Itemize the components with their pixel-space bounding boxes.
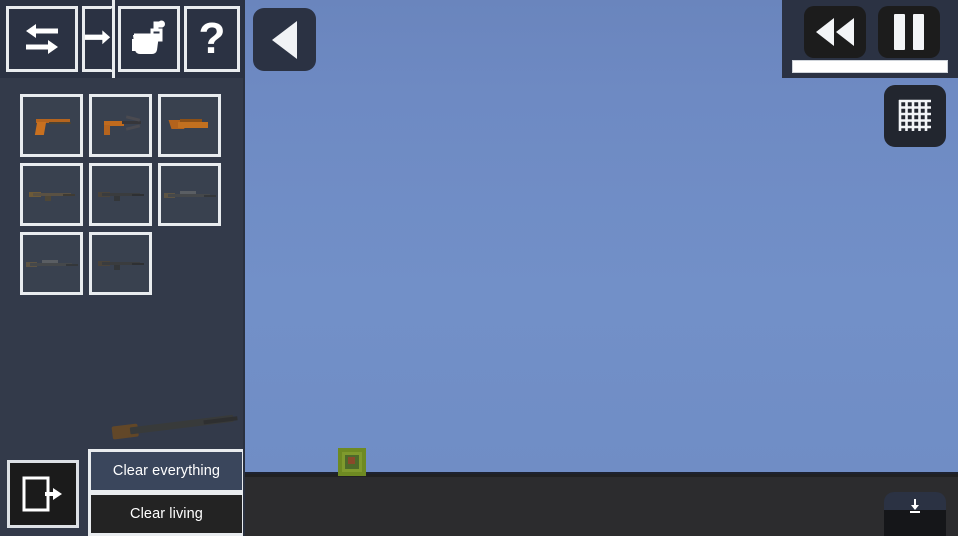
entity-core bbox=[345, 455, 359, 469]
pause-icon-bar-right bbox=[913, 14, 924, 50]
timeline-fill bbox=[793, 61, 947, 72]
question-mark-icon: ? bbox=[199, 16, 226, 62]
rewind-icon bbox=[816, 18, 834, 46]
swap-arrows-icon bbox=[26, 24, 58, 54]
help-button[interactable]: ? bbox=[184, 6, 240, 72]
weapon-slot[interactable] bbox=[20, 94, 83, 157]
weapon-inventory-panel: ? Clear everything Clear living bbox=[0, 0, 245, 536]
paint-bucket-button[interactable] bbox=[118, 6, 180, 72]
download-icon bbox=[910, 499, 920, 513]
weapon-slot[interactable] bbox=[89, 94, 152, 157]
carbine-icon bbox=[28, 189, 75, 201]
playback-hud bbox=[782, 0, 958, 78]
pistol-icon bbox=[33, 116, 71, 136]
weapon-slot[interactable] bbox=[20, 163, 83, 226]
exit-door-icon bbox=[22, 476, 62, 512]
weapon-slot[interactable] bbox=[89, 163, 152, 226]
game-screen: ? Clear everything Clear living bbox=[0, 0, 958, 536]
grid-icon bbox=[898, 99, 931, 131]
sniper-rifle-icon bbox=[97, 258, 144, 270]
toolbar-divider bbox=[112, 0, 115, 78]
weapon-slot[interactable] bbox=[89, 232, 152, 295]
collapse-button[interactable] bbox=[82, 6, 114, 72]
selected-weapon-preview bbox=[111, 406, 238, 447]
clear-everything-item[interactable]: Clear everything bbox=[91, 452, 242, 490]
marksman-rifle-icon bbox=[25, 258, 78, 270]
download-button[interactable] bbox=[884, 492, 946, 536]
svg-text:?: ? bbox=[199, 16, 226, 62]
weapon-slot[interactable] bbox=[20, 232, 83, 295]
pause-icon-bar-left bbox=[894, 14, 905, 50]
smg-icon bbox=[100, 114, 142, 137]
weapon-slot[interactable] bbox=[158, 163, 221, 226]
assault-rifle-icon bbox=[97, 189, 144, 201]
rewind-icon-second bbox=[836, 18, 854, 46]
weapon-slot-grid bbox=[20, 94, 232, 295]
battle-rifle-icon bbox=[163, 189, 216, 201]
paint-bucket-icon bbox=[132, 20, 165, 54]
weapon-slot[interactable] bbox=[158, 94, 221, 157]
play-left-triangle-icon bbox=[272, 20, 297, 59]
clear-living-item[interactable]: Clear living bbox=[91, 495, 242, 533]
shotgun-icon bbox=[168, 118, 210, 134]
pause-button[interactable] bbox=[878, 6, 940, 58]
spawned-block-entity[interactable] bbox=[338, 448, 366, 476]
exit-button[interactable] bbox=[7, 460, 79, 528]
grid-toggle-button[interactable] bbox=[884, 85, 946, 147]
panel-toolbar: ? bbox=[0, 0, 245, 78]
clear-context-menu: Clear everything Clear living bbox=[88, 449, 245, 536]
arrow-right-icon bbox=[85, 30, 111, 45]
timeline-bar[interactable] bbox=[792, 60, 948, 73]
swap-button[interactable] bbox=[6, 6, 78, 72]
back-button[interactable] bbox=[253, 8, 316, 71]
rewind-button[interactable] bbox=[804, 6, 866, 58]
